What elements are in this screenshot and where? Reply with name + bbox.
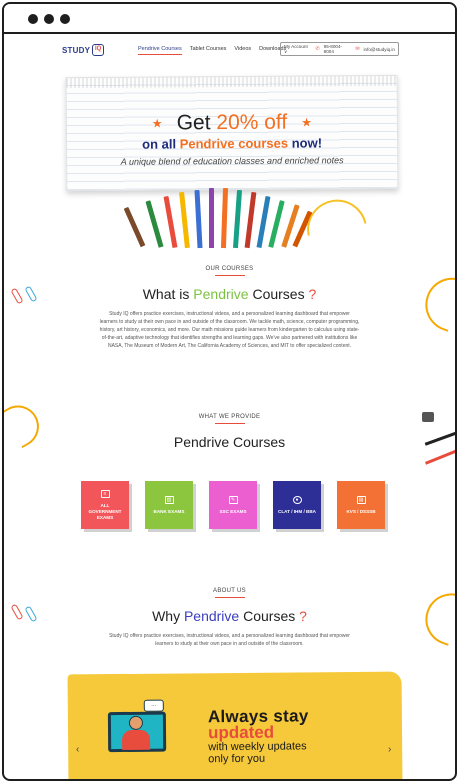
card-label: ALL GOVERNMENT EXAMS — [88, 502, 122, 520]
email-address[interactable]: info@studyiq.in — [364, 47, 395, 52]
hero-discount: 20% off — [216, 110, 288, 135]
what-we-provide-section: WHAT WE PROVIDE Pendrive Courses — [4, 414, 455, 450]
hero-sub-accent: Pendrive courses — [179, 135, 289, 152]
phone-icon: ✆ — [315, 46, 320, 52]
card-label: SSC EXAMS — [219, 508, 247, 514]
title-suffix: Courses — [248, 286, 309, 302]
card-label: BANK EXAMS — [153, 508, 185, 514]
title-accent: Pendrive — [193, 286, 249, 302]
section-title: What is Pendrive Courses ? — [4, 286, 455, 302]
hero-headline: ★ Get 20% off ★ — [67, 110, 397, 136]
pencil-illustration — [145, 200, 164, 248]
hero-sub-suffix: now! — [288, 135, 323, 151]
banner-line-4: only for you — [208, 752, 266, 766]
pencil-illustration — [123, 206, 146, 248]
divider — [214, 275, 245, 276]
hero-banner: ★ Get 20% off ★ on all Pendrive courses no… — [4, 68, 455, 249]
pencil-illustration — [220, 187, 229, 249]
about-us-section: ABOUT US Why Pendrive Courses ? Study IQ… — [4, 588, 455, 648]
section-title: Why Pendrive Courses ? — [4, 608, 455, 624]
speech-bubble-icon: ... — [143, 699, 164, 712]
nav-link-videos[interactable]: Videos — [234, 46, 251, 55]
banner-line-3: with weekly updates — [208, 740, 307, 754]
section-eyebrow: OUR COURSES — [205, 266, 254, 272]
my-account-dropdown[interactable]: My Account ∨ — [284, 44, 311, 55]
window-dot-icon[interactable] — [44, 14, 54, 24]
carousel-prev-icon[interactable]: ‹ — [76, 744, 79, 755]
bank-icon: ▥ — [164, 495, 174, 504]
window-title-bar — [4, 4, 455, 34]
title-accent: Pendrive — [183, 608, 240, 624]
logo-badge: IQ — [92, 44, 105, 56]
course-card-clat-ihm-bba[interactable]: ● CLAT / IHM / BBA — [273, 481, 321, 529]
card-label: KVS / DSSSB — [346, 508, 376, 514]
phone-number[interactable]: 95-8004-8004 — [324, 44, 352, 54]
pencil-illustration — [256, 195, 271, 249]
carousel-next-icon[interactable]: › — [388, 744, 391, 755]
course-card-ssc-exams[interactable]: ✎ SSC EXAMS — [209, 481, 257, 529]
divider — [214, 597, 245, 598]
person-body-icon — [122, 729, 151, 750]
section-body: Study IQ offers practice exercises, inst… — [109, 633, 350, 647]
weekly-updates-banner: ... Always stay updated with weekly upda… — [67, 671, 403, 779]
window-dot-icon[interactable] — [60, 14, 70, 24]
browser-frame: STUDY IQ Pendrive Courses Tablet Courses… — [2, 2, 457, 781]
hero-headline-prefix: Get — [176, 111, 217, 135]
edit-icon: ✎ — [228, 495, 238, 504]
star-icon: ★ — [301, 115, 313, 130]
account-bar: My Account ∨ ✆ 95-8004-8004 ✉ info@study… — [280, 42, 399, 56]
mail-icon: ✉ — [355, 46, 360, 52]
section-eyebrow: WHAT WE PROVIDE — [198, 414, 261, 420]
banner-line-2: updated — [207, 722, 275, 743]
logo-text: STUDY — [62, 45, 91, 55]
divider — [214, 423, 245, 424]
top-navigation: STUDY IQ Pendrive Courses Tablet Courses… — [4, 42, 455, 62]
pencil-illustration — [194, 189, 203, 249]
person-head-icon — [128, 715, 144, 730]
id-card-icon: ≡ — [100, 489, 110, 498]
hero-paper: ★ Get 20% off ★ on all Pendrive courses no… — [65, 74, 399, 192]
title-suffix: Courses — [239, 608, 300, 624]
course-card-all-government-exams[interactable]: ≡ ALL GOVERNMENT EXAMS — [81, 481, 129, 529]
section-body: Study IQ offers practice exercises, inst… — [99, 311, 360, 349]
document-icon: ▤ — [356, 495, 366, 504]
nav-link-tablet-courses[interactable]: Tablet Courses — [190, 46, 227, 55]
nav-links: Pendrive Courses Tablet Courses Videos D… — [138, 46, 286, 55]
course-card-kvs-dsssb[interactable]: ▤ KVS / DSSSB — [337, 481, 385, 529]
hero-sub-prefix: on all — [142, 136, 180, 152]
title-prefix: Why — [152, 608, 184, 624]
logo[interactable]: STUDY IQ — [62, 44, 105, 56]
user-icon: ● — [292, 495, 302, 504]
course-card-bank-exams[interactable]: ▥ BANK EXAMS — [145, 481, 193, 529]
pencil-illustration — [163, 195, 178, 249]
monitor-illustration: ... — [107, 699, 171, 761]
our-courses-section: OUR COURSES What is Pendrive Courses ? S… — [4, 266, 455, 350]
my-account-label: My Account — [284, 43, 308, 49]
section-eyebrow: ABOUT US — [213, 588, 246, 594]
pencil-illustration — [179, 191, 190, 249]
pencil-illustration — [232, 189, 243, 249]
nav-link-pendrive-courses[interactable]: Pendrive Courses — [138, 46, 182, 55]
title-prefix: What is — [142, 286, 194, 302]
card-label: CLAT / IHM / BBA — [278, 508, 316, 514]
banner-text: Always stay updated with weekly updates … — [207, 706, 309, 766]
pencil-illustration — [209, 188, 214, 248]
course-category-cards: ≡ ALL GOVERNMENT EXAMS ▥ BANK EXAMS ✎ SS… — [81, 481, 385, 529]
window-dot-icon[interactable] — [28, 14, 38, 24]
section-title: Pendrive Courses — [173, 434, 286, 450]
star-icon: ★ — [151, 116, 163, 132]
pencil-illustration — [244, 191, 257, 249]
hero-subheadline: on all Pendrive courses now! — [67, 135, 397, 152]
title-question-mark: ? — [308, 286, 317, 302]
title-question-mark: ? — [299, 608, 307, 624]
chevron-down-icon: ∨ — [284, 48, 288, 54]
hero-tagline: A unique blend of education classes and … — [120, 155, 344, 167]
